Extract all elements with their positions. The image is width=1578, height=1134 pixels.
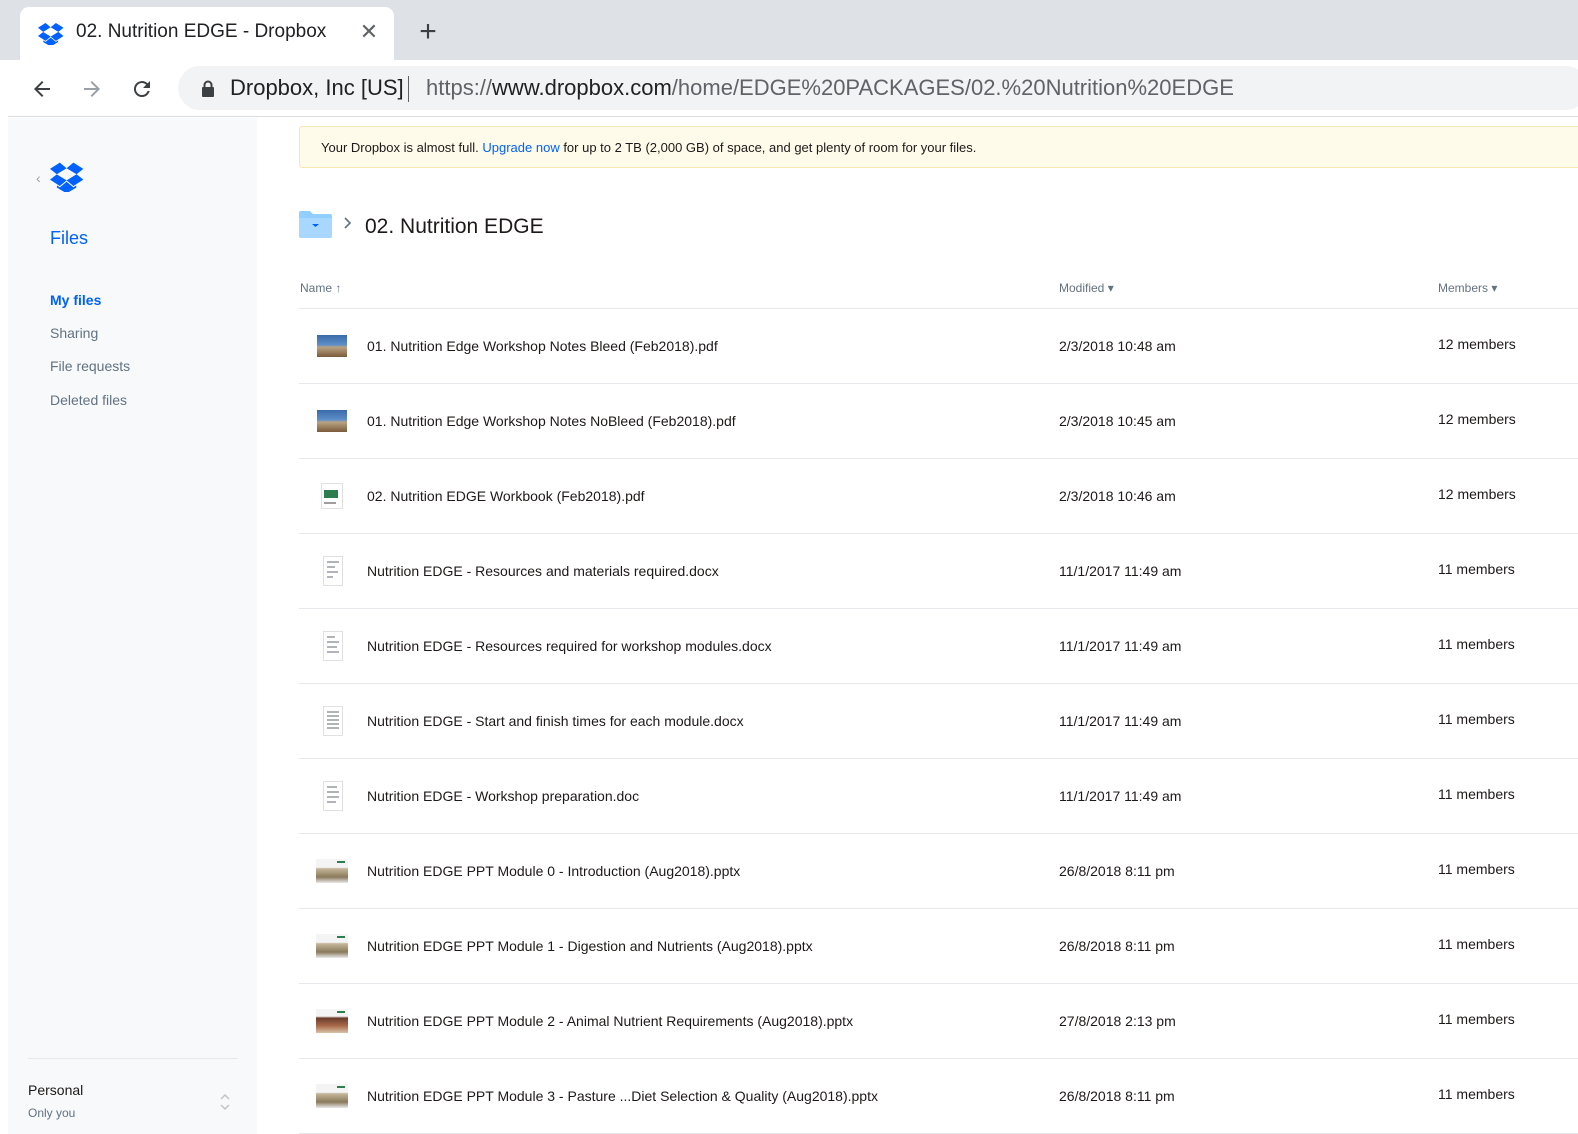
url-path: /home/EDGE%20PACKAGES/02.%20Nutrition%20… [671, 75, 1234, 100]
banner-text-after: for up to 2 TB (2,000 GB) of space, and … [559, 140, 977, 155]
browser-tab-strip: 02. Nutrition EDGE - Dropbox ✕ + [0, 0, 1578, 61]
file-name[interactable]: Nutrition EDGE PPT Module 1 - Digestion … [367, 938, 813, 954]
column-header-name[interactable]: Name ↑ [300, 281, 341, 295]
sidebar-divider [28, 1058, 238, 1059]
file-members[interactable]: 11 members [1438, 861, 1515, 877]
file-members[interactable]: 11 members [1438, 561, 1515, 577]
table-row[interactable]: Nutrition EDGE - Workshop preparation.do… [299, 759, 1578, 834]
table-row[interactable]: 01. Nutrition Edge Workshop Notes Bleed … [299, 309, 1578, 384]
file-thumbnail [315, 781, 349, 811]
file-thumbnail [315, 631, 349, 661]
file-name[interactable]: Nutrition EDGE - Resources required for … [367, 638, 772, 654]
sidebar-item-sharing[interactable]: Sharing [50, 325, 98, 341]
file-modified: 11/1/2017 11:49 am [1059, 788, 1182, 804]
file-modified: 11/1/2017 11:49 am [1059, 713, 1182, 729]
close-icon[interactable]: ✕ [356, 17, 382, 47]
account-name[interactable]: Personal [28, 1082, 83, 1098]
file-name[interactable]: Nutrition EDGE - Resources and materials… [367, 563, 719, 579]
lock-icon [202, 80, 214, 97]
file-thumbnail [315, 331, 349, 361]
file-members[interactable]: 11 members [1438, 1011, 1515, 1027]
file-name[interactable]: Nutrition EDGE - Workshop preparation.do… [367, 788, 639, 804]
table-row[interactable]: Nutrition EDGE PPT Module 3 - Pasture ..… [299, 1059, 1578, 1134]
file-modified: 11/1/2017 11:49 am [1059, 563, 1182, 579]
table-row[interactable]: 01. Nutrition Edge Workshop Notes NoBlee… [299, 384, 1578, 459]
file-members[interactable]: 11 members [1438, 711, 1515, 727]
file-modified: 26/8/2018 8:11 pm [1059, 938, 1175, 954]
file-members[interactable]: 11 members [1438, 1086, 1515, 1102]
banner-text-before: Your Dropbox is almost full. [321, 140, 483, 155]
file-name[interactable]: 02. Nutrition EDGE Workbook (Feb2018).pd… [367, 488, 645, 504]
file-modified: 26/8/2018 8:11 pm [1059, 863, 1175, 879]
table-row[interactable]: Nutrition EDGE PPT Module 1 - Digestion … [299, 909, 1578, 984]
column-header-members[interactable]: Members ▾ [1438, 281, 1497, 295]
file-members[interactable]: 11 members [1438, 786, 1515, 802]
back-arrow-icon[interactable] [25, 72, 59, 106]
file-members[interactable]: 12 members [1438, 486, 1516, 502]
table-row[interactable]: Nutrition EDGE - Start and finish times … [299, 684, 1578, 759]
plus-icon[interactable]: + [412, 14, 444, 50]
sort-updown-icon[interactable] [218, 1090, 232, 1114]
tab-title: 02. Nutrition EDGE - Dropbox [76, 21, 327, 42]
file-name[interactable]: Nutrition EDGE - Start and finish times … [367, 713, 744, 729]
sidebar-item-file-requests[interactable]: File requests [50, 358, 130, 374]
file-name[interactable]: Nutrition EDGE PPT Module 3 - Pasture ..… [367, 1088, 878, 1104]
site-identity[interactable]: Dropbox, Inc [US] [230, 75, 404, 101]
file-name[interactable]: Nutrition EDGE PPT Module 2 - Animal Nut… [367, 1013, 853, 1029]
file-thumbnail [315, 1006, 349, 1036]
file-thumbnail [315, 706, 349, 736]
table-row[interactable]: 02. Nutrition EDGE Workbook (Feb2018).pd… [299, 459, 1578, 534]
dropbox-icon [38, 23, 64, 45]
sidebar: ‹ Files My files Sharing File requests D… [8, 118, 257, 1134]
url-text[interactable]: https://www.dropbox.com/home/EDGE%20PACK… [426, 75, 1234, 101]
banner-text: Your Dropbox is almost full. Upgrade now… [321, 140, 976, 155]
file-thumbnail [315, 1081, 349, 1111]
table-row[interactable]: Nutrition EDGE PPT Module 2 - Animal Nut… [299, 984, 1578, 1059]
collapse-chevron-icon[interactable]: ‹ [36, 170, 41, 186]
page-title: 02. Nutrition EDGE [365, 215, 544, 238]
file-members[interactable]: 11 members [1438, 636, 1515, 652]
file-list: 01. Nutrition Edge Workshop Notes Bleed … [299, 309, 1578, 1134]
address-separator [408, 76, 409, 102]
account-subtitle: Only you [28, 1106, 76, 1120]
file-name[interactable]: 01. Nutrition Edge Workshop Notes NoBlee… [367, 413, 736, 429]
table-row[interactable]: Nutrition EDGE PPT Module 0 - Introducti… [299, 834, 1578, 909]
file-name[interactable]: Nutrition EDGE PPT Module 0 - Introducti… [367, 863, 740, 879]
table-row[interactable]: Nutrition EDGE - Resources required for … [299, 609, 1578, 684]
file-modified: 11/1/2017 11:49 am [1059, 638, 1182, 654]
table-row[interactable]: Nutrition EDGE - Resources and materials… [299, 534, 1578, 609]
file-members[interactable]: 11 members [1438, 936, 1515, 952]
file-members[interactable]: 12 members [1438, 336, 1516, 352]
column-header-modified[interactable]: Modified ▾ [1059, 281, 1114, 295]
file-members[interactable]: 12 members [1438, 411, 1516, 427]
browser-tab-active[interactable]: 02. Nutrition EDGE - Dropbox ✕ [20, 7, 394, 61]
file-thumbnail [315, 856, 349, 886]
dropbox-icon[interactable] [50, 162, 84, 192]
files-nav-link[interactable]: Files [50, 228, 88, 249]
upgrade-now-link[interactable]: Upgrade now [482, 140, 559, 155]
file-thumbnail [315, 481, 349, 511]
address-bar[interactable]: Dropbox, Inc [US] https://www.dropbox.co… [178, 66, 1578, 110]
file-modified: 2/3/2018 10:46 am [1059, 488, 1176, 504]
browser-toolbar: Dropbox, Inc [US] https://www.dropbox.co… [8, 60, 1578, 117]
file-modified: 2/3/2018 10:45 am [1059, 413, 1176, 429]
forward-arrow-icon[interactable] [75, 72, 109, 106]
file-modified: 27/8/2018 2:13 pm [1059, 1013, 1176, 1029]
url-scheme: https:// [426, 75, 493, 100]
sidebar-item-deleted-files[interactable]: Deleted files [50, 392, 127, 408]
file-modified: 2/3/2018 10:48 am [1059, 338, 1176, 354]
file-thumbnail [315, 556, 349, 586]
chevron-right-icon [344, 217, 352, 229]
file-thumbnail [315, 931, 349, 961]
file-name[interactable]: 01. Nutrition Edge Workshop Notes Bleed … [367, 338, 718, 354]
url-host: www.dropbox.com [492, 75, 672, 100]
storage-full-banner: Your Dropbox is almost full. Upgrade now… [299, 126, 1578, 168]
reload-icon[interactable] [125, 72, 159, 106]
file-thumbnail [315, 406, 349, 436]
sidebar-item-my-files[interactable]: My files [50, 292, 101, 308]
folder-icon[interactable] [299, 210, 332, 238]
file-modified: 26/8/2018 8:11 pm [1059, 1088, 1175, 1104]
